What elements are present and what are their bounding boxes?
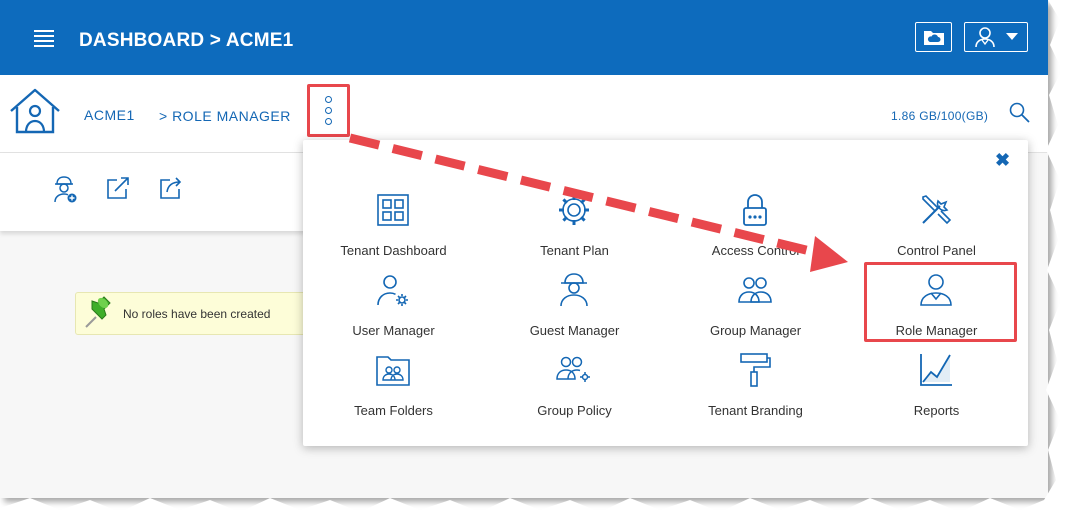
menu-item-label: Group Policy xyxy=(537,403,612,418)
menu-item-team-folders[interactable]: Team Folders xyxy=(303,348,484,428)
hamburger-menu-icon[interactable] xyxy=(34,30,54,48)
user-avatar-icon xyxy=(975,27,995,48)
menu-item-tenant-branding[interactable]: Tenant Branding xyxy=(665,348,846,428)
export-icon[interactable] xyxy=(105,175,131,201)
breadcrumb-tenant-link[interactable]: ACME1 xyxy=(84,107,135,123)
group-icon xyxy=(738,277,772,303)
menu-item-guest-manager[interactable]: Guest Manager xyxy=(484,268,665,348)
pushpin-icon xyxy=(85,296,111,328)
menu-item-label: Tenant Dashboard xyxy=(340,243,447,258)
add-role-icon[interactable] xyxy=(52,175,78,203)
user-gear-icon xyxy=(377,275,408,306)
breadcrumb-current: > ROLE MANAGER xyxy=(159,108,291,124)
menu-item-label: Control Panel xyxy=(897,243,976,258)
menu-item-label: Team Folders xyxy=(354,403,433,418)
menu-item-label: Group Manager xyxy=(709,323,802,338)
paint-roller-icon xyxy=(740,353,771,387)
guest-icon xyxy=(560,273,588,307)
highlight-box xyxy=(864,262,1017,342)
storage-usage: 1.86 GB/100(GB) xyxy=(891,109,989,123)
menu-item-label: Reports xyxy=(913,403,960,418)
menu-item-label: Access Control xyxy=(711,243,800,258)
top-bar: DASHBOARD > ACME1 xyxy=(0,0,1048,75)
menu-item-group-manager[interactable]: Group Manager xyxy=(665,268,846,348)
search-icon[interactable] xyxy=(1009,102,1031,124)
chevron-down-icon xyxy=(1006,33,1018,40)
empty-roles-notice: No roles have been created xyxy=(75,292,315,335)
share-icon[interactable] xyxy=(158,175,184,201)
menu-item-reports[interactable]: Reports xyxy=(846,348,1027,428)
user-menu-button[interactable] xyxy=(964,22,1028,52)
toast-message: No roles have been created xyxy=(123,307,271,321)
app-window: DASHBOARD > ACME1 ACME1 > ROLE MANAGER 1… xyxy=(0,0,1048,498)
home-icon[interactable] xyxy=(8,87,62,135)
chart-icon xyxy=(920,354,952,386)
lock-icon xyxy=(743,194,767,226)
menu-item-tenant-plan[interactable]: Tenant Plan xyxy=(484,188,665,268)
cloud-folder-button[interactable] xyxy=(915,22,952,52)
menu-item-control-panel[interactable]: Control Panel xyxy=(846,188,1027,268)
menu-item-group-policy[interactable]: Group Policy xyxy=(484,348,665,428)
tools-icon xyxy=(922,195,952,225)
menu-item-tenant-dashboard[interactable]: Tenant Dashboard xyxy=(303,188,484,268)
action-toolbar xyxy=(0,153,330,231)
page-title: DASHBOARD > ACME1 xyxy=(79,30,294,51)
menu-item-access-control[interactable]: Access Control xyxy=(665,188,846,268)
menu-item-label: Tenant Plan xyxy=(540,243,609,258)
menu-item-label: Guest Manager xyxy=(529,323,620,338)
cloud-folder-icon xyxy=(923,31,944,45)
menu-item-user-manager[interactable]: User Manager xyxy=(303,268,484,348)
menu-item-label: User Manager xyxy=(352,323,435,338)
gear-icon xyxy=(559,195,589,225)
more-options-button[interactable] xyxy=(307,84,350,137)
group-policy-icon xyxy=(556,356,590,382)
grid-icon xyxy=(377,194,409,226)
menu-item-label: Tenant Branding xyxy=(708,403,803,418)
team-folder-icon xyxy=(376,356,410,386)
close-icon[interactable]: ✖ xyxy=(995,150,1010,171)
